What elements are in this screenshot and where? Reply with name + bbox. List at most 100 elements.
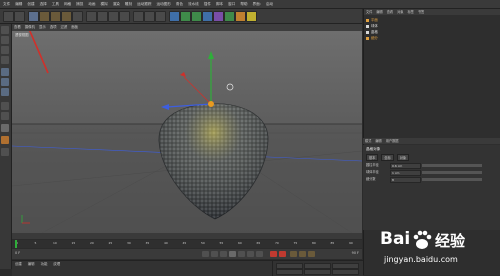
menu-item-7[interactable]: 动画 bbox=[88, 0, 95, 8]
move-tool-button[interactable] bbox=[39, 11, 50, 22]
points-mode-button[interactable] bbox=[1, 68, 9, 76]
timeline-playhead[interactable] bbox=[15, 240, 17, 248]
menu-item-16[interactable]: 脚本 bbox=[216, 0, 223, 8]
x-axis-lock-button[interactable] bbox=[86, 11, 97, 22]
prev-frame-button[interactable] bbox=[220, 251, 227, 257]
x-axis-handle[interactable] bbox=[183, 76, 212, 105]
param-value-field[interactable]: 1 cm bbox=[390, 170, 421, 176]
array-button[interactable] bbox=[202, 11, 213, 22]
record-button[interactable] bbox=[270, 251, 277, 257]
menu-item-15[interactable]: 插件 bbox=[204, 0, 211, 8]
attribute-section-2[interactable]: 对象 bbox=[396, 154, 410, 161]
model-mode-button[interactable] bbox=[1, 36, 9, 44]
recent-tool-button[interactable] bbox=[72, 11, 83, 22]
menu-item-6[interactable]: 捕捉 bbox=[76, 0, 83, 8]
edges-mode-button[interactable] bbox=[1, 78, 9, 86]
param-value-field[interactable]: 0.6 cm bbox=[390, 163, 421, 169]
axis-mode-button[interactable] bbox=[1, 102, 9, 110]
menu-item-10[interactable]: 雕刻 bbox=[125, 0, 132, 8]
menu-item-20[interactable]: 启动 bbox=[266, 0, 273, 8]
redo-button[interactable] bbox=[14, 11, 25, 22]
object-menu-item-3[interactable]: 对象 bbox=[397, 10, 403, 14]
z-axis-lock-button[interactable] bbox=[108, 11, 119, 22]
go-to-start-button[interactable] bbox=[202, 251, 209, 257]
menu-item-12[interactable]: 运动图形 bbox=[156, 0, 170, 8]
rot-p-field[interactable] bbox=[332, 269, 359, 275]
subdivision-surface-button[interactable] bbox=[191, 11, 202, 22]
deformer-button[interactable] bbox=[213, 11, 224, 22]
param-slider[interactable] bbox=[422, 178, 482, 181]
key-scale-button[interactable] bbox=[308, 251, 315, 257]
size-y-field[interactable] bbox=[304, 269, 331, 275]
texture-mode-button[interactable] bbox=[1, 46, 9, 54]
material-menu-item-2[interactable]: 功能 bbox=[41, 262, 48, 266]
render-settings-button[interactable] bbox=[155, 11, 166, 22]
attribute-section-0[interactable]: 基本 bbox=[366, 154, 379, 161]
scale-tool-button[interactable] bbox=[50, 11, 61, 22]
object-menu-item-4[interactable]: 标签 bbox=[408, 10, 414, 14]
go-to-end-button[interactable] bbox=[256, 251, 263, 257]
menu-item-17[interactable]: 窗口 bbox=[228, 0, 235, 8]
undo-button[interactable] bbox=[3, 11, 14, 22]
perspective-viewport[interactable]: 透视视图 bbox=[12, 31, 362, 233]
coordinate-system-button[interactable] bbox=[119, 11, 130, 22]
param-slider[interactable] bbox=[422, 171, 482, 174]
attribute-section-1[interactable]: 坐标 bbox=[381, 154, 394, 161]
start-frame[interactable]: 0 F bbox=[15, 251, 20, 255]
menu-item-8[interactable]: 模拟 bbox=[101, 0, 108, 8]
rotate-tool-button[interactable] bbox=[61, 11, 72, 22]
object-row[interactable]: 平面 bbox=[366, 18, 378, 23]
viewport-menu-item-0[interactable]: 查看 bbox=[14, 24, 21, 31]
menu-item-0[interactable]: 文件 bbox=[3, 0, 10, 8]
y-axis-lock-button[interactable] bbox=[97, 11, 108, 22]
param-value-field[interactable]: 8 bbox=[390, 177, 421, 183]
menu-item-11[interactable]: 运动跟踪 bbox=[137, 0, 151, 8]
snap-button[interactable] bbox=[1, 124, 9, 132]
render-picture-viewer-button[interactable] bbox=[144, 11, 155, 22]
viewport-menu-item-2[interactable]: 显示 bbox=[39, 24, 46, 31]
end-frame[interactable]: 90 F bbox=[352, 251, 359, 255]
next-key-button[interactable] bbox=[247, 251, 254, 257]
render-view-button[interactable] bbox=[133, 11, 144, 22]
next-frame-button[interactable] bbox=[238, 251, 245, 257]
make-editable-button[interactable] bbox=[1, 26, 9, 34]
object-row[interactable]: 晶格 bbox=[366, 30, 378, 35]
material-menu-item-0[interactable]: 创建 bbox=[15, 262, 22, 266]
key-rotation-button[interactable] bbox=[299, 251, 306, 257]
sculpt-button[interactable] bbox=[1, 136, 9, 144]
material-menu-item-3[interactable]: 纹理 bbox=[53, 262, 60, 266]
menu-item-1[interactable]: 编辑 bbox=[15, 0, 22, 8]
attribute-menu-item-1[interactable]: 编辑 bbox=[375, 138, 381, 144]
pos-y-field[interactable] bbox=[276, 269, 303, 275]
camera-button[interactable] bbox=[235, 11, 246, 22]
menu-item-4[interactable]: 工具 bbox=[52, 0, 59, 8]
attribute-menu-item-2[interactable]: 用户数据 bbox=[386, 138, 399, 144]
menu-item-2[interactable]: 创建 bbox=[27, 0, 34, 8]
key-position-button[interactable] bbox=[290, 251, 297, 257]
menu-item-13[interactable]: 角色 bbox=[176, 0, 183, 8]
viewport-menu-item-5[interactable]: 面板 bbox=[71, 24, 78, 31]
object-menu-item-0[interactable]: 文件 bbox=[366, 10, 372, 14]
object-menu-item-1[interactable]: 编辑 bbox=[376, 10, 382, 14]
tweak-mode-button[interactable] bbox=[1, 112, 9, 120]
gizmo-center[interactable] bbox=[208, 101, 214, 107]
material-menu-item-1[interactable]: 编辑 bbox=[28, 262, 35, 266]
menu-item-3[interactable]: 选择 bbox=[40, 0, 47, 8]
menu-item-14[interactable]: 流水线 bbox=[188, 0, 199, 8]
prev-key-button[interactable] bbox=[211, 251, 218, 257]
light-button[interactable] bbox=[246, 11, 257, 22]
live-selection-button[interactable] bbox=[28, 11, 39, 22]
object-menu-item-2[interactable]: 查看 bbox=[387, 10, 393, 14]
menu-item-19[interactable]: 界面: bbox=[253, 0, 261, 8]
menu-item-5[interactable]: 网格 bbox=[64, 0, 71, 8]
lock-workplane-button[interactable] bbox=[1, 148, 9, 156]
viewport-menu-item-1[interactable]: 摄像机 bbox=[25, 24, 35, 31]
viewport-menu-item-4[interactable]: 过滤 bbox=[61, 24, 68, 31]
object-row[interactable]: 球体 bbox=[366, 24, 378, 29]
menu-item-9[interactable]: 渲染 bbox=[113, 0, 120, 8]
object-menu-item-5[interactable]: 书签 bbox=[418, 10, 424, 14]
workplane-button[interactable] bbox=[1, 56, 9, 64]
attribute-menu-item-0[interactable]: 模式 bbox=[365, 138, 371, 144]
viewport-menu-item-3[interactable]: 选项 bbox=[50, 24, 57, 31]
cube-primitive-button[interactable] bbox=[169, 11, 180, 22]
